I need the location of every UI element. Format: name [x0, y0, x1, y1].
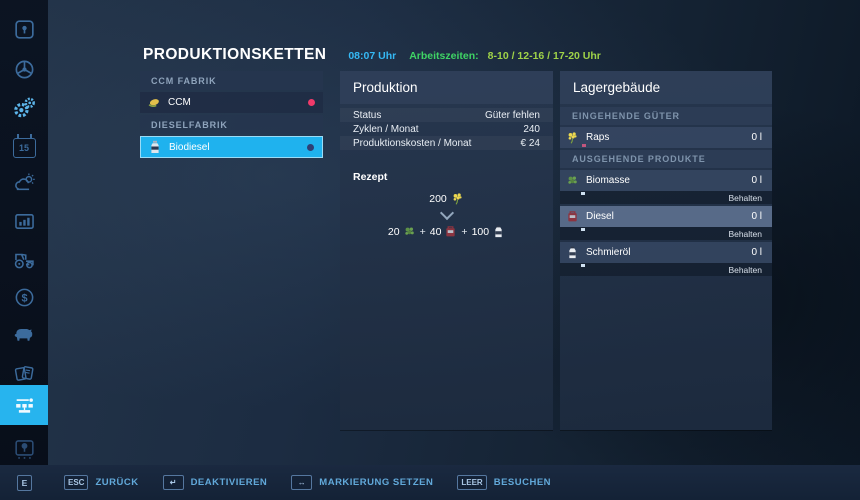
production-panel: Produktion Status Güter fehlen Zyklen / …: [340, 71, 553, 430]
svg-text:$: $: [21, 292, 27, 304]
good-name: Schmieröl: [586, 247, 630, 258]
sidebar-item-finances[interactable]: $: [0, 278, 48, 316]
good-amount: 0 l: [751, 211, 762, 222]
page-title: PRODUKTIONSKETTEN: [143, 46, 326, 64]
production-row-costs: Produktionskosten / Monat € 24: [340, 136, 553, 150]
gears-icon: [12, 95, 37, 120]
production-row-cycles: Zyklen / Monat 240: [340, 122, 553, 136]
good-amount: 0 l: [751, 132, 762, 143]
good-name: Diesel: [586, 211, 614, 222]
back-button[interactable]: ESC ZURÜCK: [64, 475, 139, 490]
recipe-output-amount: 40: [430, 226, 442, 238]
menu-sidebar: 15: [0, 0, 48, 465]
schmieroel-icon: [492, 225, 505, 238]
biomasse-icon: [566, 174, 579, 187]
clock-time: 08:07 Uhr: [348, 50, 396, 62]
bottom-action-bar: E ESC ZURÜCK ↵ DEAKTIVIEREN ↔ MARKIERUNG…: [0, 465, 860, 500]
contracts-icon: [12, 361, 37, 386]
status-value: Güter fehlen: [485, 110, 540, 121]
diesel-icon: [444, 225, 457, 238]
forestry-icon: [12, 437, 37, 462]
good-name: Raps: [586, 132, 609, 143]
visit-button[interactable]: LEER BESUCHEN: [457, 475, 551, 490]
sidebar-item-vehicles[interactable]: [0, 50, 48, 88]
recipe-output-amount: 100: [472, 226, 490, 238]
arrows-key-icon: ↔: [291, 475, 312, 490]
recipe-input-amount: 200: [429, 193, 447, 205]
good-amount: 0 l: [751, 175, 762, 186]
sidebar-item-workshop[interactable]: [0, 88, 48, 126]
sidebar-item-statistics[interactable]: [0, 202, 48, 240]
factory-row-ccm[interactable]: CCM: [140, 92, 323, 113]
status-dot-idle: [307, 144, 314, 151]
good-amount: 0 l: [751, 247, 762, 258]
recipe-label: Rezept: [353, 171, 540, 183]
finances-icon: $: [12, 285, 37, 310]
storage-row-schmieroel[interactable]: Schmieröl 0 l Behalten: [560, 242, 772, 276]
recipe-input: 200: [340, 192, 553, 205]
set-marker-button[interactable]: ↔ MARKIERUNG SETZEN: [291, 475, 433, 490]
sidebar-item-map[interactable]: [0, 10, 48, 48]
steering-wheel-icon: [12, 57, 37, 82]
worktime-value: 8-10 / 12-16 / 17-20 Uhr: [488, 50, 601, 62]
tractor-icon: [12, 247, 37, 272]
storage-row-diesel[interactable]: Diesel 0 l Behalten: [560, 206, 772, 240]
e-key-icon: E: [17, 475, 32, 491]
plus-sign: +: [461, 226, 467, 238]
weather-icon: [12, 171, 37, 196]
storage-row-biomasse[interactable]: Biomasse 0 l Behalten: [560, 170, 772, 204]
sidebar-item-production-chains[interactable]: [0, 385, 48, 425]
production-row-status: Status Güter fehlen: [340, 108, 553, 122]
map-icon: [12, 17, 37, 42]
factory-row-biodiesel[interactable]: Biodiesel: [140, 136, 323, 158]
raps-icon: [566, 131, 579, 144]
factory-group-header: CCM FABRIK: [140, 71, 323, 90]
sidebar-item-calendar[interactable]: 15: [0, 127, 48, 165]
distribution-mode[interactable]: Behalten: [560, 263, 772, 276]
sidebar-item-animals[interactable]: [0, 316, 48, 354]
worktime-label: Arbeitszeiten:: [409, 50, 478, 62]
recipe-output-amount: 20: [388, 226, 400, 238]
storage-panel: Lagergebäude EINGEHENDE GÜTER Raps 0 l A…: [560, 71, 772, 430]
storage-row-raps[interactable]: Raps 0 l: [560, 127, 772, 148]
factory-list: CCM FABRIK CCM DIESELFABRIK Biodiesel: [140, 71, 323, 160]
sidebar-item-forestry[interactable]: [0, 430, 48, 468]
diesel-icon: [566, 210, 579, 223]
sidebar-item-garage[interactable]: [0, 240, 48, 278]
chevron-down-icon: [439, 206, 453, 220]
factory-group-header: DIESELFABRIK: [140, 115, 323, 134]
distribution-mode[interactable]: Behalten: [560, 191, 772, 204]
production-chains-icon: [12, 393, 37, 418]
status-dot-alert: [308, 99, 315, 106]
calendar-day: 15: [19, 143, 29, 153]
sidebar-item-weather[interactable]: [0, 164, 48, 202]
schmieroel-icon: [566, 246, 579, 259]
outgoing-products-header: AUSGEHENDE PRODUKTE: [560, 150, 772, 168]
production-title: Produktion: [340, 71, 553, 104]
statistics-icon: [12, 209, 37, 234]
recipe-outputs: 20 + 40 + 100: [340, 225, 553, 238]
enter-key-icon: ↵: [163, 475, 184, 490]
factory-label: CCM: [168, 97, 191, 108]
storage-title: Lagergebäude: [560, 71, 772, 104]
raps-icon: [451, 192, 464, 205]
bottle-icon: [148, 140, 162, 154]
distribution-mode[interactable]: Behalten: [560, 227, 772, 240]
factory-label: Biodiesel: [169, 142, 210, 153]
produktionsketten-screen: 15: [0, 0, 860, 500]
corn-icon: [147, 96, 161, 110]
biomasse-icon: [403, 225, 416, 238]
plus-sign: +: [420, 226, 426, 238]
space-key-icon: LEER: [457, 475, 486, 490]
title-row: PRODUKTIONSKETTEN 08:07 Uhr Arbeitszeite…: [143, 46, 601, 64]
deactivate-button[interactable]: ↵ DEAKTIVIEREN: [163, 475, 268, 490]
esc-key-icon: ESC: [64, 475, 88, 490]
production-properties: Status Güter fehlen Zyklen / Monat 240 P…: [340, 108, 553, 150]
good-name: Biomasse: [586, 175, 630, 186]
incoming-goods-header: EINGEHENDE GÜTER: [560, 107, 772, 125]
animals-icon: [12, 323, 37, 348]
calendar-icon: 15: [13, 138, 36, 158]
